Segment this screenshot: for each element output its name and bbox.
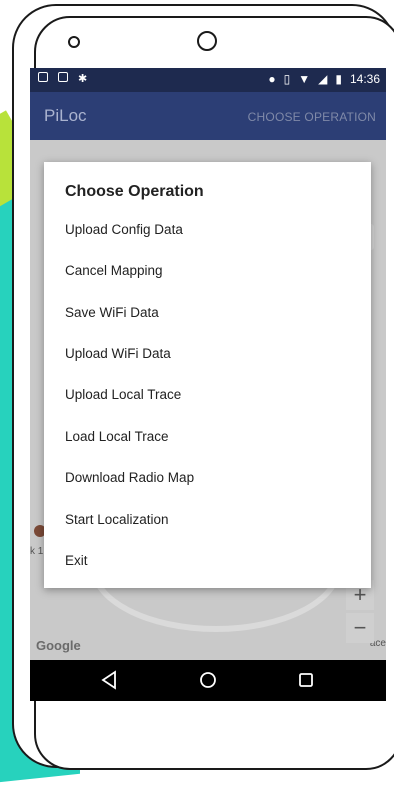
dialog-title: Choose Operation — [65, 183, 204, 200]
menu-item-upload-config-data[interactable]: Upload Config Data — [65, 210, 355, 250]
choose-operation-dialog: Choose Operation Upload Config Data Canc… — [44, 162, 371, 588]
menu-item-upload-wifi-data[interactable]: Upload WiFi Data — [65, 334, 355, 374]
location-icon: ● — [268, 72, 276, 86]
sensor-icon — [68, 36, 80, 48]
home-icon[interactable] — [196, 668, 220, 692]
clock-text: 14:36 — [349, 72, 380, 86]
menu-item-load-local-trace[interactable]: Load Local Trace — [65, 417, 355, 457]
map-label: k 1 — [30, 546, 44, 557]
status-bar: ✱ ● ▯ ▼ ◢ ▮ 14:36 — [30, 68, 386, 92]
recents-icon[interactable] — [294, 668, 318, 692]
google-logo: Google — [36, 638, 81, 653]
camera-icon — [197, 31, 217, 51]
wifi-icon: ▼ — [298, 72, 311, 86]
battery-icon: ▮ — [335, 72, 342, 86]
signal-icon: ◢ — [318, 72, 328, 86]
screen: ✱ ● ▯ ▼ ◢ ▮ 14:36 PiLoc CHOOSE OPERATION… — [30, 68, 386, 701]
back-icon[interactable] — [98, 668, 122, 692]
android-icon: ✱ — [78, 73, 88, 85]
download-notification-icon — [58, 72, 68, 82]
app-title: PiLoc — [44, 106, 87, 125]
menu-item-start-localization[interactable]: Start Localization — [65, 500, 355, 540]
image-notification-icon — [38, 72, 48, 82]
app-bar: PiLoc CHOOSE OPERATION — [30, 92, 386, 140]
menu-item-cancel-mapping[interactable]: Cancel Mapping — [65, 251, 355, 291]
menu-item-exit[interactable]: Exit — [65, 541, 355, 581]
menu-item-upload-local-trace[interactable]: Upload Local Trace — [65, 375, 355, 415]
navigation-bar — [30, 660, 386, 701]
menu-item-save-wifi-data[interactable]: Save WiFi Data — [65, 293, 355, 333]
vibrate-icon: ▯ — [283, 72, 291, 86]
choose-operation-button[interactable]: CHOOSE OPERATION — [248, 110, 376, 124]
menu-item-download-radio-map[interactable]: Download Radio Map — [65, 458, 355, 498]
zoom-out-button[interactable]: − — [346, 613, 374, 643]
